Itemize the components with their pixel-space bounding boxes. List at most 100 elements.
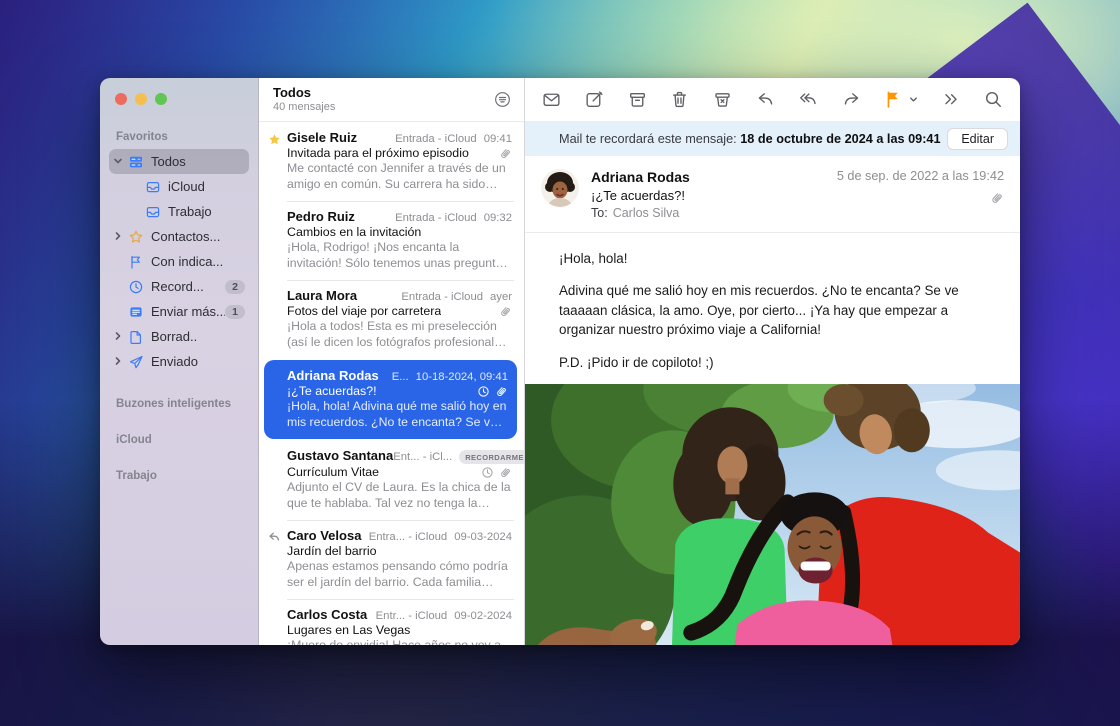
to-recipient[interactable]: Carlos Silva [613, 206, 680, 220]
envelope-icon [541, 89, 562, 110]
sidebar-item-enviado[interactable]: Enviado [109, 349, 249, 374]
sidebar-item-label: Record... [151, 279, 204, 294]
section-trabajo[interactable]: Trabajo [100, 470, 258, 482]
sidebar-item-enviar-mas-tarde[interactable]: Enviar más... 1 [109, 299, 249, 324]
star-icon [128, 229, 144, 245]
section-icloud[interactable]: iCloud [100, 434, 258, 446]
message-row[interactable]: Gisele Ruiz Entrada - iCloud09:41 Invita… [259, 122, 524, 201]
replied-icon [267, 530, 282, 545]
mailbox-sidebar: Favoritos Todos iCloud [100, 78, 258, 645]
paperclip-icon [499, 147, 512, 160]
minimize-button[interactable] [135, 93, 147, 105]
sidebar-item-recordarme[interactable]: Record... 2 [109, 274, 249, 299]
sidebar-nav: Todos iCloud Trabajo [100, 149, 258, 374]
filter-icon[interactable] [493, 90, 512, 109]
sidebar-item-icloud-inbox[interactable]: iCloud [109, 174, 249, 199]
sidebar-item-label: Todos [151, 154, 186, 169]
reply-all-button[interactable] [798, 89, 819, 110]
more-toolbar-items-button[interactable] [941, 90, 961, 110]
close-button[interactable] [115, 93, 127, 105]
message-row[interactable]: Carlos Costa Entr... - iCloud09-02-2024 … [259, 599, 524, 645]
message-rows: Gisele Ruiz Entrada - iCloud09:41 Invita… [259, 122, 524, 645]
sidebar-item-label: Trabajo [168, 204, 212, 219]
get-mail-button[interactable] [541, 89, 562, 110]
message-date: 5 de sep. de 2022 a las 19:42 [837, 169, 1004, 183]
message-header: Adriana Rodas ¡¿Te acuerdas?! To: Carlos … [525, 156, 1020, 233]
flag-icon [883, 89, 904, 110]
sidebar-item-label: Contactos... [151, 229, 220, 244]
zoom-button[interactable] [155, 93, 167, 105]
paperclip-icon [495, 385, 508, 398]
chevron-down-icon[interactable] [112, 155, 124, 167]
inbox-stack-icon [128, 154, 144, 170]
junk-icon [712, 89, 733, 110]
reminder-clock-icon [477, 385, 490, 398]
flag-button[interactable] [883, 89, 919, 110]
flag-icon [128, 254, 144, 270]
body-paragraph: ¡Hola, hola! [559, 249, 1004, 268]
archive-icon [627, 89, 648, 110]
recordarme-badge: RECORDARME [459, 450, 524, 464]
forward-icon [841, 89, 862, 110]
sidebar-item-label: iCloud [168, 179, 205, 194]
mailbox-title: Todos [273, 86, 335, 101]
search-icon [983, 89, 1004, 110]
document-icon [128, 329, 144, 345]
body-paragraph: Adivina qué me salió hoy en mis recuerdo… [559, 281, 1004, 339]
inbox-tray-icon [145, 204, 161, 220]
unread-badge: 2 [225, 280, 245, 294]
starred-icon [267, 132, 282, 147]
sidebar-item-label: Enviado [151, 354, 198, 369]
send-later-icon [128, 304, 144, 320]
reminder-clock-icon [481, 466, 494, 479]
reply-icon [755, 89, 776, 110]
section-buzones-inteligentes[interactable]: Buzones inteligentes [100, 398, 258, 410]
message-body: ¡Hola, hola! Adivina qué me salió hoy en… [525, 233, 1020, 384]
chevron-down-icon[interactable] [908, 94, 919, 105]
mail-window: Favoritos Todos iCloud [100, 78, 1020, 645]
archive-button[interactable] [627, 89, 648, 110]
sidebar-item-trabajo-inbox[interactable]: Trabajo [109, 199, 249, 224]
window-controls [100, 78, 258, 105]
junk-button[interactable] [712, 89, 733, 110]
search-button[interactable] [983, 89, 1004, 110]
to-label: To: [591, 206, 608, 220]
chevron-right-icon[interactable] [112, 230, 124, 242]
reminder-date: 18 de octubre de 2024 a las 09:41 [740, 132, 940, 146]
message-row[interactable]: Pedro Ruiz Entrada - iCloud09:32 Cambios… [259, 201, 524, 280]
forward-button[interactable] [841, 89, 862, 110]
favorites-label: Favoritos [100, 131, 258, 143]
sidebar-item-label: Borrad.. [151, 329, 197, 344]
paper-plane-icon [128, 354, 144, 370]
sidebar-item-todos[interactable]: Todos [109, 149, 249, 174]
unread-badge: 1 [225, 305, 245, 319]
desktop-wallpaper: Favoritos Todos iCloud [0, 0, 1120, 726]
message-subject: ¡¿Te acuerdas?! [591, 188, 690, 203]
sidebar-item-contactos[interactable]: Contactos... [109, 224, 249, 249]
inbox-tray-icon [145, 179, 161, 195]
message-row-selected[interactable]: Adriana Rodas E...10-18-2024, 09:41 ¡¿Te… [264, 360, 517, 439]
sender-name: Adriana Rodas [591, 169, 690, 185]
chevron-right-icon[interactable] [112, 355, 124, 367]
delete-button[interactable] [669, 89, 690, 110]
attachment-photo[interactable] [525, 384, 1020, 645]
sidebar-item-label: Con indica... [151, 254, 223, 269]
message-list-pane: Todos 40 mensajes Gisele Ruiz Entrada - … [258, 78, 525, 645]
reply-button[interactable] [755, 89, 776, 110]
message-row[interactable]: Gustavo Santana Ent... - iCl...RECORDARM… [259, 440, 524, 520]
paperclip-icon [499, 305, 512, 318]
toolbar [525, 78, 1020, 122]
double-chevron-icon [941, 90, 961, 110]
avatar [541, 169, 579, 207]
message-row[interactable]: Laura Mora Entrada - iCloudayer Fotos de… [259, 280, 524, 359]
message-count: 40 mensajes [273, 101, 335, 114]
reply-all-icon [798, 89, 819, 110]
sidebar-item-label: Enviar más... [151, 304, 225, 319]
chevron-right-icon[interactable] [112, 330, 124, 342]
sidebar-item-borradores[interactable]: Borrad.. [109, 324, 249, 349]
compose-button[interactable] [584, 89, 605, 110]
body-paragraph: P.D. ¡Pido ir de copiloto! ;) [559, 353, 1004, 372]
sidebar-item-con-indicador[interactable]: Con indica... [109, 249, 249, 274]
edit-reminder-button[interactable]: Editar [947, 128, 1008, 150]
message-row[interactable]: Caro Velosa Entra... - iCloud09-03-2024 … [259, 520, 524, 599]
